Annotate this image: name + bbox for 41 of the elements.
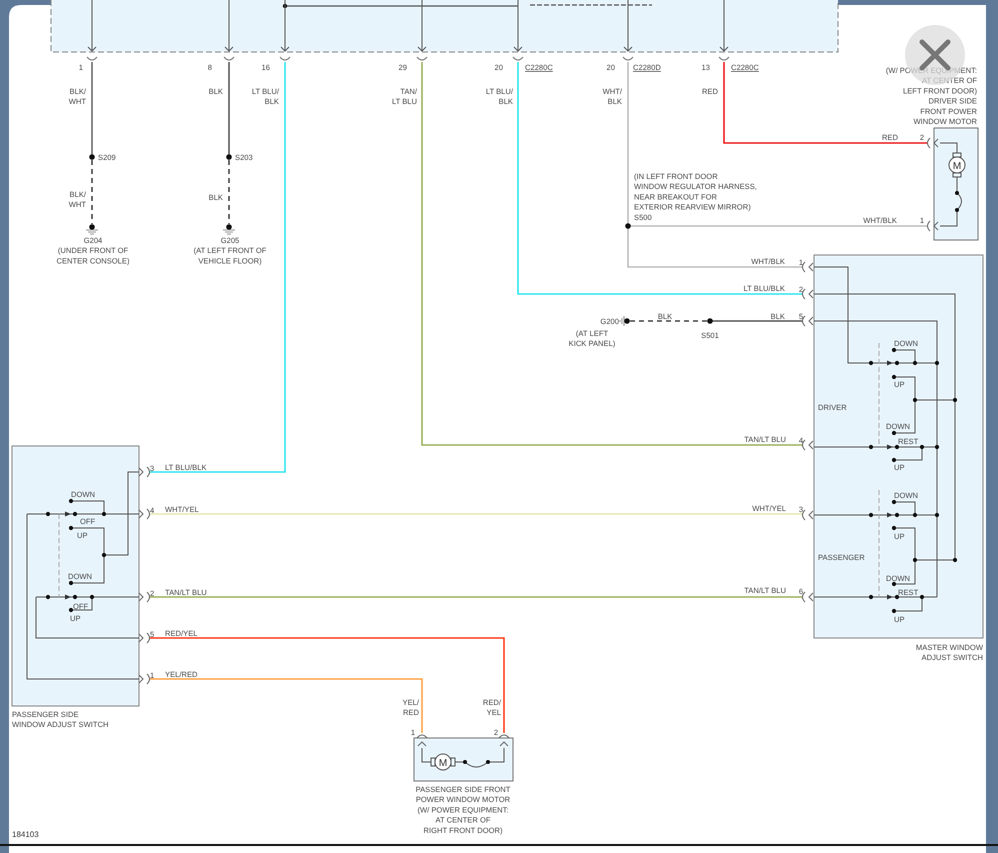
terminal-icon <box>622 56 634 60</box>
ground-icon <box>222 224 236 234</box>
terminal-icon <box>138 592 150 602</box>
terminal-icon <box>512 56 524 60</box>
lead-arrow <box>88 0 96 52</box>
lead-arrow <box>514 0 522 52</box>
terminal-icon <box>138 674 150 684</box>
terminal-icon <box>416 56 428 60</box>
terminal-icon <box>224 56 234 60</box>
ground-icon <box>620 316 630 326</box>
lead-arrow <box>224 0 234 52</box>
lead-arrow <box>624 0 632 52</box>
splice-dot <box>707 318 713 324</box>
ground-wire <box>228 160 230 224</box>
terminal-icon <box>802 316 814 326</box>
terminal-icon <box>138 632 150 644</box>
lead-arrow <box>418 0 426 52</box>
diagram-id: 184103 <box>12 830 39 839</box>
ground-icon <box>86 224 98 234</box>
terminal-icon <box>802 592 814 602</box>
terminal-icon <box>927 138 938 148</box>
splice-dot <box>625 223 631 229</box>
terminal-icon <box>927 220 938 232</box>
motor-symbol: M <box>952 161 962 172</box>
terminal-icon <box>802 510 814 520</box>
terminal-icon <box>138 466 150 478</box>
lead-arrow <box>280 0 290 52</box>
terminal-icon <box>498 734 510 746</box>
ground-wire <box>91 160 93 224</box>
terminal-icon <box>718 56 730 60</box>
terminal-icon <box>138 508 150 520</box>
splice-dot <box>89 154 95 160</box>
motor-symbol: M <box>438 758 448 769</box>
terminal-icon <box>86 56 98 60</box>
terminal-icon <box>416 734 428 746</box>
splice-dot <box>226 154 232 160</box>
terminal-icon <box>280 56 290 60</box>
lead-arrow <box>720 0 728 52</box>
terminal-icon <box>802 440 814 450</box>
terminal-icon <box>802 288 814 300</box>
terminal-icon <box>802 262 814 272</box>
